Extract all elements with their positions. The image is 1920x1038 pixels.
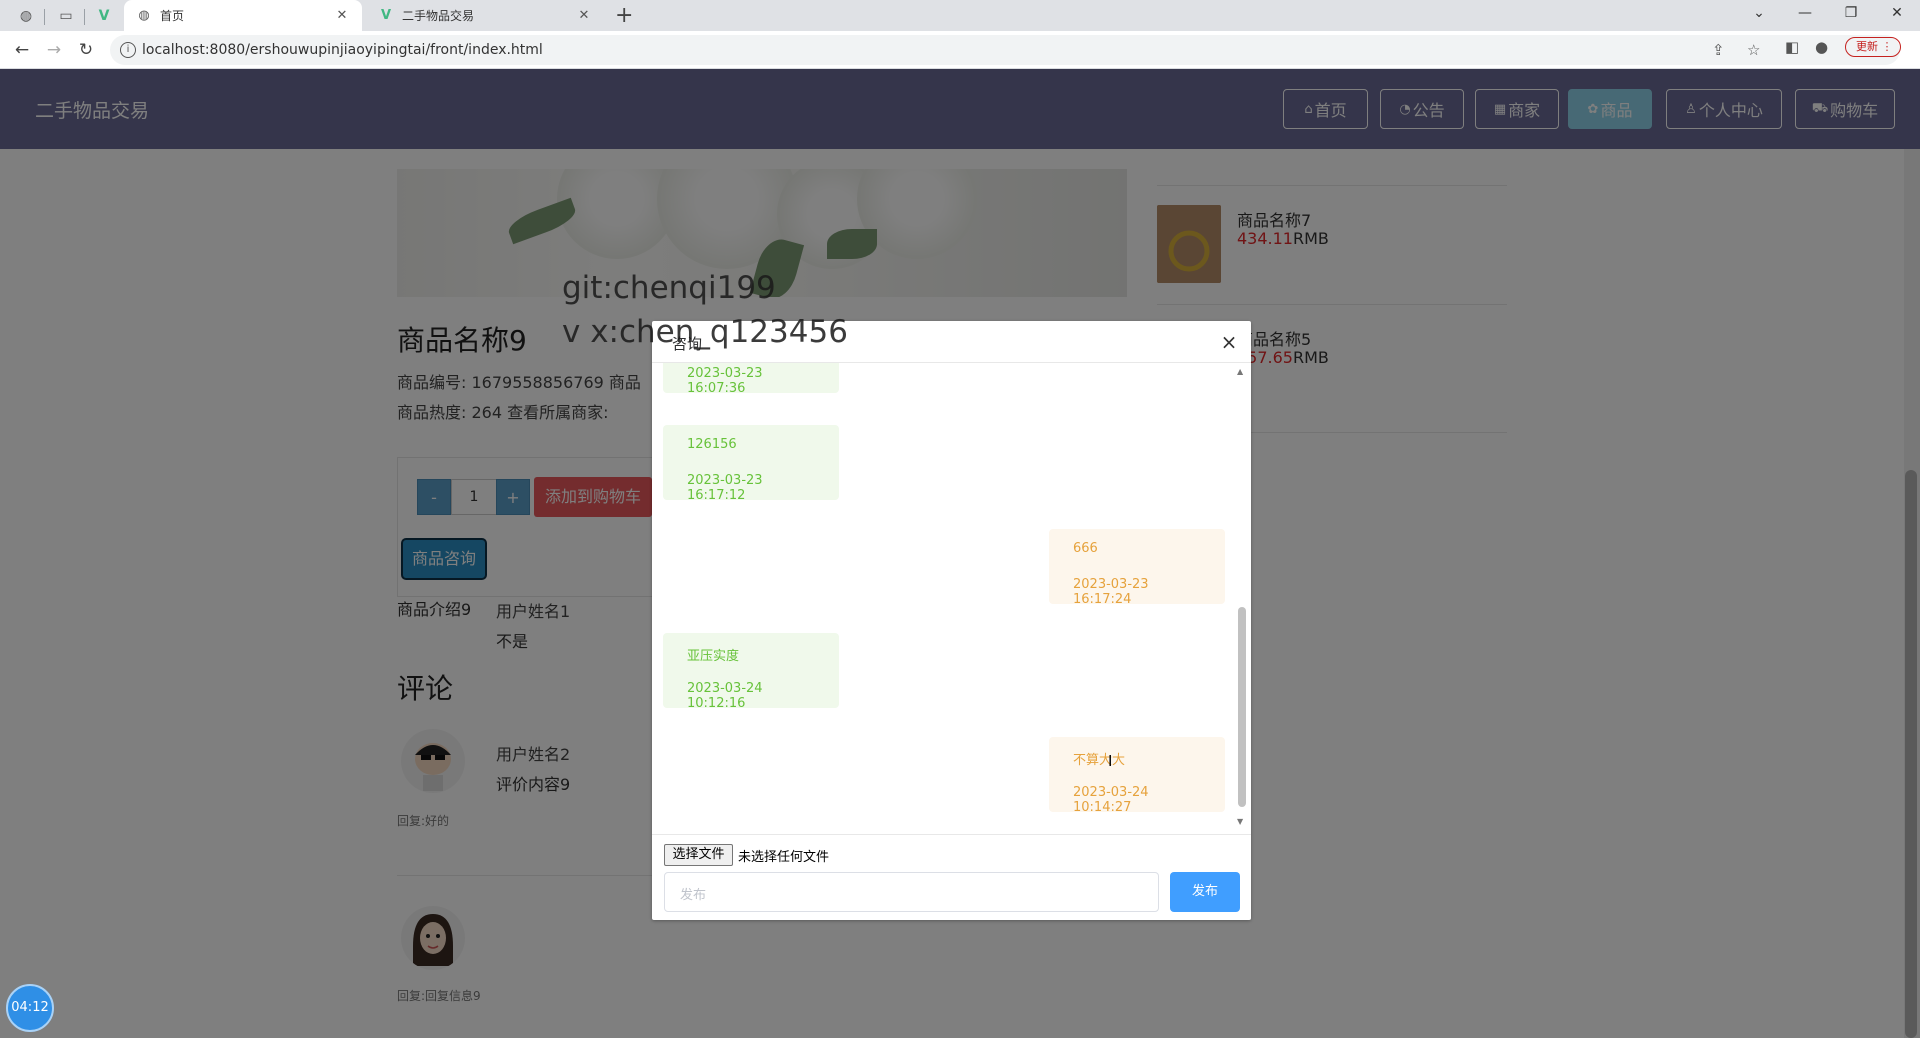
message-text: 126156	[687, 437, 737, 452]
reload-icon[interactable]: ↻	[74, 39, 98, 61]
chat-message: 亚压实度 2023-03-24 10:12:16	[663, 633, 839, 711]
url-text[interactable]: localhost:8080/ershouwupinjiaoyipingtai/…	[142, 42, 543, 58]
forward-arrow-icon[interactable]: →	[42, 39, 66, 61]
vue-logo-icon: V	[380, 7, 392, 23]
message-input[interactable]: 发布	[664, 872, 1159, 912]
chat-message: 126156 2023-03-23 16:17:12	[663, 425, 839, 503]
message-text: 不算大大	[1073, 753, 1126, 768]
choose-file-button[interactable]: 选择文件	[664, 844, 733, 866]
site-info-icon[interactable]: i	[120, 42, 136, 58]
globe-icon: ◍	[138, 7, 150, 23]
message-text: 666	[1073, 541, 1098, 556]
tab-search-icon[interactable]: ⌄	[1744, 2, 1774, 24]
tab-separator	[44, 9, 45, 25]
globe-icon[interactable]: ◍	[16, 6, 36, 26]
chat-message: 不算大大 2023-03-24 10:14:27	[1049, 737, 1225, 815]
message-time: 2023-03-23 16:07:36	[687, 366, 763, 396]
url-field[interactable]: i localhost:8080/ershouwupinjiaoyipingta…	[110, 35, 1900, 65]
chat-message: 2023-03-23 16:07:36	[663, 363, 839, 396]
message-time: 2023-03-23 16:17:12	[687, 473, 763, 503]
share-icon[interactable]: ⇪	[1712, 41, 1725, 59]
watermark-line2: v x:chen_q123456	[562, 314, 848, 350]
recording-timer[interactable]: 04:12	[6, 984, 54, 1032]
close-window-button[interactable]: ✕	[1882, 2, 1912, 24]
side-panel-icon[interactable]: ◧	[1785, 38, 1799, 56]
close-tab-icon[interactable]: ✕	[334, 8, 350, 23]
blank-page-icon[interactable]: ▭	[56, 6, 76, 26]
bookmark-star-icon[interactable]: ☆	[1747, 41, 1760, 59]
message-time: 2023-03-24 10:14:27	[1073, 785, 1149, 815]
chat-scrollbar[interactable]: ▲ ▼	[1237, 363, 1247, 834]
close-icon[interactable]: ×	[1217, 330, 1241, 354]
consult-dialog: 咨询 × 2023-03-23 16:07:36 126156 2023-03-…	[652, 321, 1251, 920]
tab-separator	[84, 9, 85, 25]
tab-title: 首页	[160, 9, 185, 23]
message-text: 亚压实度	[687, 649, 740, 664]
tab-title: 二手物品交易	[402, 9, 475, 23]
scroll-down-arrow-icon[interactable]: ▼	[1237, 817, 1243, 826]
update-button[interactable]: 更新 ⋮	[1845, 37, 1901, 57]
file-status: 未选择任何文件	[738, 850, 830, 865]
address-bar: ← → ↻ i localhost:8080/ershouwupinjiaoyi…	[0, 31, 1920, 69]
message-time: 2023-03-24 10:12:16	[687, 681, 763, 711]
scroll-up-arrow-icon[interactable]: ▲	[1237, 367, 1243, 376]
back-arrow-icon[interactable]: ←	[10, 39, 34, 61]
chat-scroll-thumb[interactable]	[1238, 607, 1246, 807]
chat-history[interactable]: 2023-03-23 16:07:36 126156 2023-03-23 16…	[652, 363, 1251, 834]
restore-button[interactable]: ❐	[1836, 2, 1866, 24]
new-tab-button[interactable]: +	[615, 3, 633, 28]
text-cursor-icon: I	[1108, 752, 1113, 770]
tab-secondhand[interactable]: V 二手物品交易 ✕	[366, 0, 604, 31]
watermark-line1: git:chenqi199	[562, 270, 776, 306]
chat-message: 666 2023-03-23 16:17:24	[1049, 529, 1225, 607]
close-tab-icon[interactable]: ✕	[576, 8, 592, 23]
dialog-footer: 选择文件 未选择任何文件 发布 发布	[652, 834, 1251, 920]
vue-logo-icon[interactable]: V	[94, 6, 114, 26]
profile-avatar-icon[interactable]: ●	[1815, 38, 1828, 56]
minimize-button[interactable]: —	[1790, 2, 1820, 24]
message-time: 2023-03-23 16:17:24	[1073, 577, 1149, 607]
browser-tab-bar: ◍ ▭ V ◍ 首页 ✕ V 二手物品交易 ✕ + ⌄ — ❐ ✕	[0, 0, 1920, 31]
tab-home[interactable]: ◍ 首页 ✕	[124, 0, 362, 31]
update-label: 更新	[1856, 40, 1878, 53]
post-button[interactable]: 发布	[1170, 872, 1240, 912]
